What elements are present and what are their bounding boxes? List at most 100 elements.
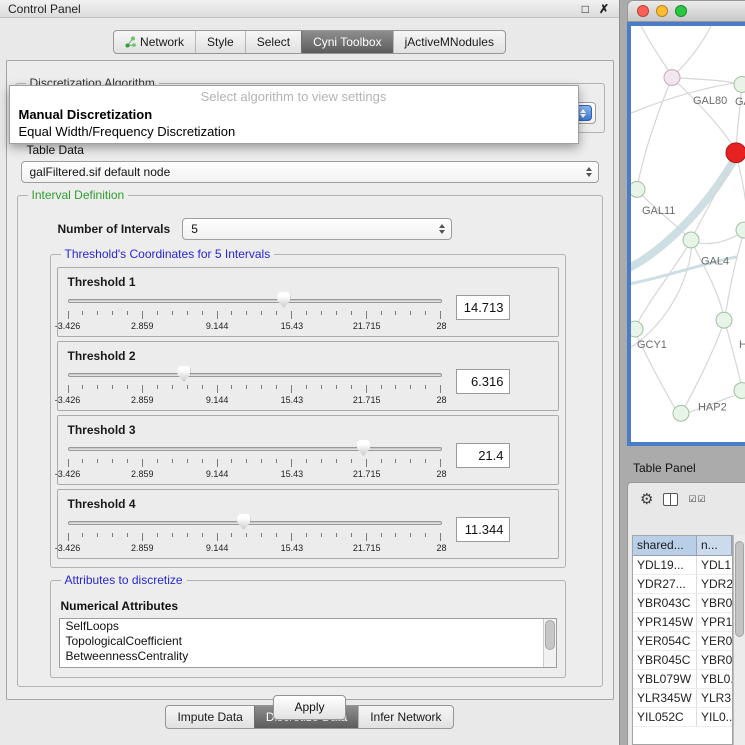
table-row[interactable]: YPR145WYPR1... xyxy=(633,613,732,632)
network-window-titlebar[interactable] xyxy=(627,0,745,22)
slider-track[interactable] xyxy=(68,521,442,525)
node-label: H xyxy=(739,339,745,351)
slider-thumb-icon[interactable] xyxy=(237,514,250,530)
slider-track[interactable] xyxy=(68,447,442,451)
dropdown-item-manual-discretization[interactable]: Manual Discretization xyxy=(10,106,578,123)
table-row[interactable]: YBR045CYBR0... xyxy=(633,651,732,670)
threshold-value-field[interactable]: 21.4 xyxy=(456,443,510,468)
threshold-list: Threshold 1 -3.4262.8599.14415.4321.71528… xyxy=(57,267,559,559)
right-pane: GAL80GAGAL11GAL4GCY1HHAP2 Table Panel ⚙ … xyxy=(621,0,745,745)
threshold-slider[interactable]: -3.4262.8599.14415.4321.71528 xyxy=(68,291,442,333)
attribute-list-item[interactable]: TopologicalCoefficient xyxy=(60,634,556,649)
slider-scale-labels: -3.4262.8599.14415.4321.71528 xyxy=(68,321,442,331)
table-row[interactable]: YIL052CYIL0... xyxy=(633,708,732,727)
list-scrollbar[interactable] xyxy=(543,619,556,667)
table-data-label: Table Data xyxy=(27,143,605,157)
table-row[interactable]: YDL19...YDL1... xyxy=(633,556,732,575)
close-traffic-light-icon[interactable] xyxy=(637,5,649,17)
tab-label: jActiveMNodules xyxy=(405,35,494,49)
tab-style[interactable]: Style xyxy=(195,31,245,53)
column-header-shared-name[interactable]: shared... xyxy=(633,536,697,556)
network-node[interactable] xyxy=(664,70,680,86)
node-label: GA xyxy=(735,96,745,108)
slider-thumb-icon[interactable] xyxy=(357,440,370,456)
threshold-value-field[interactable]: 11.344 xyxy=(456,517,510,542)
table-cell: YDR2... xyxy=(697,575,732,593)
table-cell: YDR27... xyxy=(633,575,697,593)
node-label: HAP2 xyxy=(698,401,727,413)
number-of-intervals-value: 5 xyxy=(191,222,198,236)
combobox-arrows-icon xyxy=(439,224,445,234)
table-row[interactable]: YDR27...YDR2... xyxy=(633,575,732,594)
number-of-intervals-combobox[interactable]: 5 xyxy=(182,218,452,240)
table-cell: YPR1... xyxy=(697,613,732,631)
slider-scale-labels: -3.4262.8599.14415.4321.71528 xyxy=(68,469,442,479)
tab-cyni-toolbox[interactable]: Cyni Toolbox xyxy=(301,31,392,53)
scrollbar-thumb[interactable] xyxy=(545,620,555,650)
table-row[interactable]: YBL079WYBL0... xyxy=(633,670,732,689)
tab-label: Cyni Toolbox xyxy=(313,35,381,49)
float-window-icon[interactable]: □ xyxy=(582,2,589,16)
threshold-value-field[interactable]: 14.713 xyxy=(456,295,510,320)
tab-network[interactable]: Network xyxy=(114,31,195,53)
slider-track[interactable] xyxy=(68,373,442,377)
network-node[interactable] xyxy=(631,321,643,337)
table-row[interactable]: YLR345WYLR3... xyxy=(633,689,732,708)
minimize-traffic-light-icon[interactable] xyxy=(656,5,668,17)
network-node[interactable] xyxy=(734,77,745,93)
table-scrollbar-thumb[interactable] xyxy=(735,541,744,637)
network-node[interactable] xyxy=(734,383,745,399)
tab-jactivemnodules[interactable]: jActiveMNodules xyxy=(393,31,505,53)
table-header-row: shared... n... xyxy=(633,536,732,556)
network-edge xyxy=(641,26,672,76)
table-row[interactable]: YBR043CYBR0... xyxy=(633,594,732,613)
table-scrollbar[interactable] xyxy=(733,535,745,745)
network-node[interactable] xyxy=(673,405,689,421)
threshold-label: Threshold 2 xyxy=(68,349,552,363)
attribute-list-item[interactable]: BetweennessCentrality xyxy=(60,649,556,664)
threshold-slider[interactable]: -3.4262.8599.14415.4321.71528 xyxy=(68,365,442,407)
slider-ticks xyxy=(68,459,442,467)
slider-thumb-icon[interactable] xyxy=(177,366,190,382)
network-edge xyxy=(631,240,692,353)
network-node[interactable] xyxy=(683,232,699,248)
control-panel-titlebar[interactable]: Control Panel □ ✗ xyxy=(0,0,619,18)
threshold-slider[interactable]: -3.4262.8599.14415.4321.71528 xyxy=(68,439,442,481)
table-cell: YBR0... xyxy=(697,594,732,612)
table-cell: YLR345W xyxy=(633,689,697,707)
network-node[interactable] xyxy=(631,182,645,198)
network-frame: GAL80GAGAL11GAL4GCY1HHAP2 xyxy=(627,22,745,446)
zoom-traffic-light-icon[interactable] xyxy=(675,5,687,17)
slider-track[interactable] xyxy=(68,299,442,303)
slider-thumb-icon[interactable] xyxy=(277,292,290,308)
network-node-selected[interactable] xyxy=(726,143,745,163)
close-window-icon[interactable]: ✗ xyxy=(599,2,609,16)
numerical-attributes-list[interactable]: SelfLoopsTopologicalCoefficientBetweenne… xyxy=(59,618,557,668)
slider-scale-labels: -3.4262.8599.14415.4321.71528 xyxy=(68,543,442,553)
top-tab-bar: Network Style Select Cyni Toolbox jActiveMNo… xyxy=(113,30,506,54)
attributes-group: Attributes to discretize Numerical Attri… xyxy=(50,580,566,678)
table-row[interactable]: YER054CYER0... xyxy=(633,632,732,651)
dropdown-item-equal-width-frequency[interactable]: Equal Width/Frequency Discretization xyxy=(10,123,578,140)
column-browser-icon[interactable] xyxy=(663,493,678,506)
network-canvas[interactable]: GAL80GAGAL11GAL4GCY1HHAP2 xyxy=(631,26,745,442)
network-edge xyxy=(725,322,742,388)
threshold-label: Threshold 1 xyxy=(68,275,552,289)
apply-button[interactable]: Apply xyxy=(273,695,345,720)
tab-label: Style xyxy=(207,35,234,49)
attribute-list-item[interactable]: SelfLoops xyxy=(60,619,556,634)
node-label: GAL80 xyxy=(693,95,727,107)
tab-select[interactable]: Select xyxy=(245,31,301,53)
gear-icon[interactable]: ⚙ xyxy=(640,492,653,507)
table-data-combobox[interactable]: galFiltered.sif default node xyxy=(21,161,599,183)
threshold-slider[interactable]: -3.4262.8599.14415.4321.71528 xyxy=(68,513,442,555)
network-edge xyxy=(736,155,745,228)
threshold-label: Threshold 3 xyxy=(68,423,552,437)
checkbox-icons[interactable]: ☑☑ xyxy=(688,494,706,505)
column-header-name[interactable]: n... xyxy=(697,536,732,556)
content-panel: Discretization Algorithm Select algorith… xyxy=(6,60,614,700)
network-node[interactable] xyxy=(716,312,732,328)
dropdown-prompt: Select algorithm to view settings xyxy=(10,88,578,106)
threshold-value-field[interactable]: 6.316 xyxy=(456,369,510,394)
table-toolbar: ⚙ ☑☑ xyxy=(628,483,745,515)
